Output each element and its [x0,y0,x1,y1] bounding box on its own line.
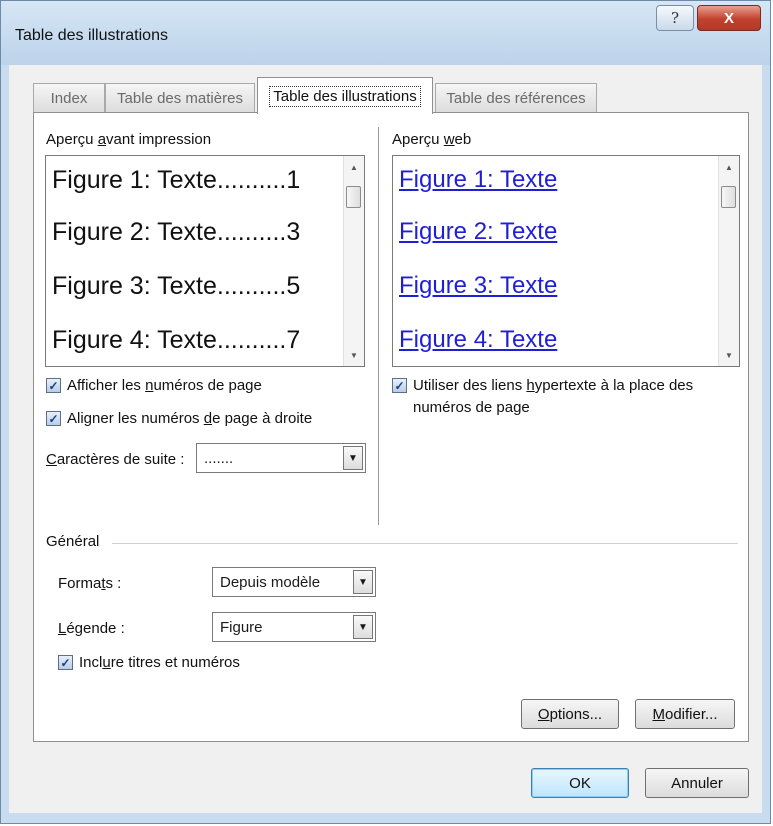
modify-button[interactable]: Modifier... [635,699,735,729]
caption-label: Légende : [58,620,125,637]
checkmark-icon: ✓ [48,378,59,393]
caption-select[interactable]: Figure ▼ [212,612,376,642]
tab-label: Table des références [446,90,586,107]
show-page-numbers-label: Afficher les numéros de page [67,377,262,394]
use-hyperlinks-label: Utiliser des liens hypertexte à la place… [413,377,694,394]
leader-value: ....... [204,450,234,467]
print-preview-line: Figure 2: Texte..........3 [52,218,301,246]
options-button[interactable]: Options... [521,699,619,729]
tab-table-of-contents[interactable]: Table des matières [105,83,255,113]
scroll-down-icon[interactable]: ▼ [344,346,364,364]
general-divider [112,543,738,544]
dropdown-icon[interactable]: ▼ [343,446,363,470]
cancel-button[interactable]: Annuler [645,768,749,798]
web-preview-scrollbar[interactable]: ▲ ▼ [718,156,739,366]
formats-label: Formats : [58,575,122,592]
checkmark-icon: ✓ [48,411,59,426]
web-preview-box: Figure 1: Texte Figure 2: Texte Figure 3… [392,155,740,367]
tab-table-of-authorities[interactable]: Table des références [435,83,597,113]
checkmark-icon: ✓ [60,655,71,670]
tab-label: Table des illustrations [269,85,421,107]
scroll-up-icon[interactable]: ▲ [344,158,364,176]
formats-value: Depuis modèle [220,574,321,591]
leader-label: Caractères de suite : [46,451,185,468]
caption-value: Figure [220,619,263,636]
print-preview-line: Figure 1: Texte..........1 [52,166,301,194]
include-label-number-checkbox[interactable]: ✓ [58,655,73,670]
tab-index[interactable]: Index [33,83,105,113]
align-right-label: Aligner les numéros de page à droite [67,410,313,427]
ok-button[interactable]: OK [531,768,629,798]
formats-select[interactable]: Depuis modèle ▼ [212,567,376,597]
scroll-down-icon[interactable]: ▼ [719,346,739,364]
web-preview-label: Aperçu web [392,131,472,148]
scroll-up-icon[interactable]: ▲ [719,158,739,176]
dialog-window: Table des illustrations ? X Index Table … [0,0,771,824]
web-preview-link: Figure 4: Texte [399,326,558,353]
window-title: Table des illustrations [15,27,168,44]
print-preview-box: Figure 1: Texte..........1 Figure 2: Tex… [45,155,365,367]
tab-label: Table des matières [117,90,243,107]
align-right-checkbox[interactable]: ✓ [46,411,61,426]
help-icon: ? [670,9,680,27]
tab-label: Index [50,90,88,107]
tab-panel: Aperçu avant impression Figure 1: Texte.… [33,112,749,742]
print-preview-scrollbar[interactable]: ▲ ▼ [343,156,364,366]
help-button[interactable]: ? [656,5,694,31]
web-preview-link: Figure 3: Texte [399,272,558,299]
print-preview-line: Figure 3: Texte..........5 [52,272,301,300]
show-page-numbers-checkbox[interactable]: ✓ [46,378,61,393]
use-hyperlinks-label-line2: numéros de page [413,399,530,416]
print-preview-line: Figure 4: Texte..........7 [52,326,301,354]
print-preview-label: Aperçu avant impression [46,131,212,148]
vertical-divider [378,127,379,525]
checkmark-icon: ✓ [394,378,405,393]
title-bar[interactable]: Table des illustrations ? X [1,1,770,65]
dropdown-icon[interactable]: ▼ [353,615,373,639]
leader-select[interactable]: ....... ▼ [196,443,366,473]
web-preview-link: Figure 1: Texte [399,166,558,193]
close-icon: X [723,9,734,27]
tab-table-of-figures[interactable]: Table des illustrations [257,77,433,114]
close-button[interactable]: X [697,5,761,31]
include-label-number-label: Inclure titres et numéros [79,654,240,671]
scroll-thumb[interactable] [721,186,736,208]
general-heading: Général [46,533,100,550]
scroll-thumb[interactable] [346,186,361,208]
web-preview-link: Figure 2: Texte [399,218,558,245]
use-hyperlinks-checkbox[interactable]: ✓ [392,378,407,393]
dropdown-icon[interactable]: ▼ [353,570,373,594]
dialog-client-area: Index Table des matières Table des illus… [9,65,762,813]
